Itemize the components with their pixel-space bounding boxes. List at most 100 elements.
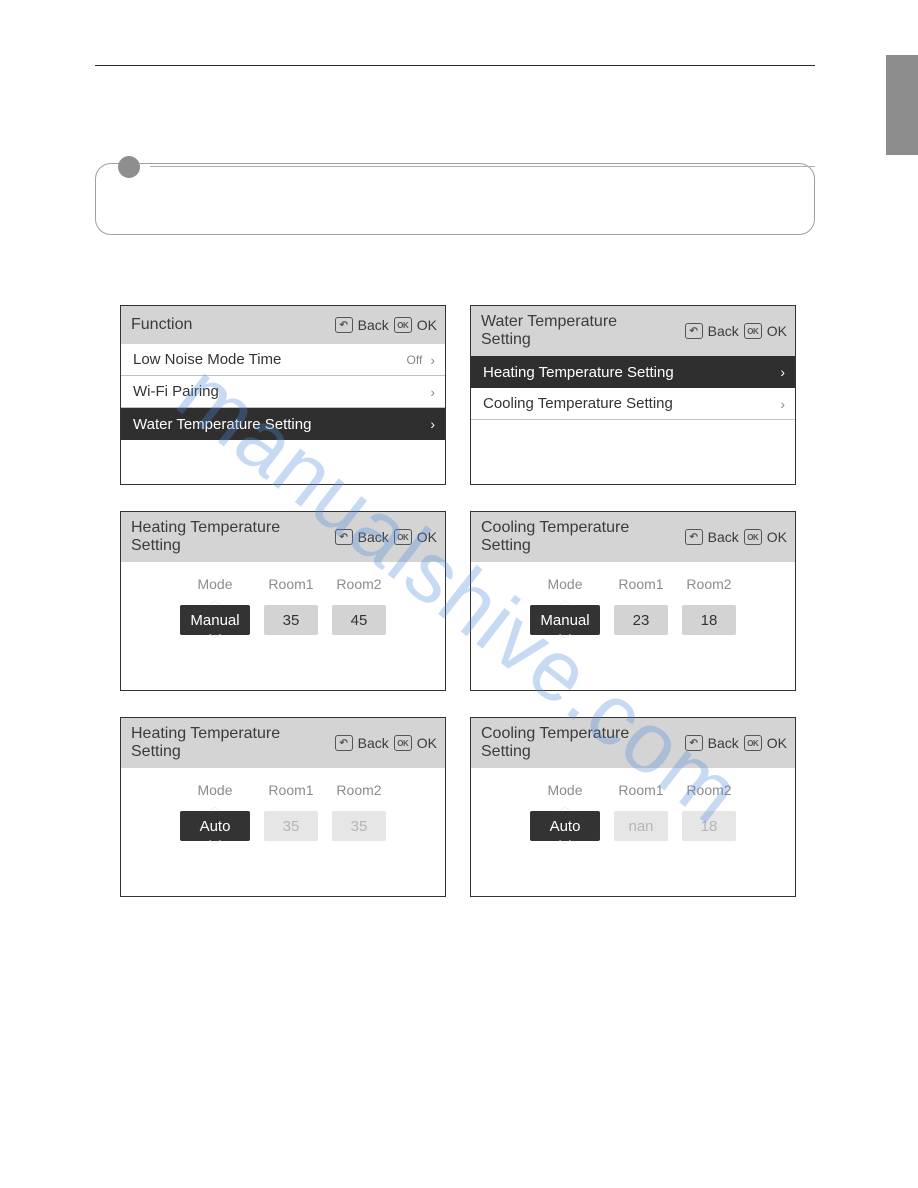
panel-title: Cooling TemperatureSetting <box>481 725 629 762</box>
selector-column: Room1 23 <box>614 576 668 645</box>
panel-header-controls: ↶ Back OK OK <box>685 735 787 751</box>
selector-value[interactable]: 35 <box>332 811 386 841</box>
selector-value[interactable]: Auto <box>180 811 250 841</box>
panel-body: Heating Temperature Setting › Cooling Te… <box>471 356 795 484</box>
panel-header: Water TemperatureSetting ↶ Back OK OK <box>471 306 795 356</box>
menu-row[interactable]: Cooling Temperature Setting › <box>471 388 795 420</box>
panel-header: Heating TemperatureSetting ↶ Back OK OK <box>121 718 445 768</box>
panel-header: Function ↶ Back OK OK <box>121 306 445 344</box>
ok-icon[interactable]: OK <box>394 735 412 751</box>
selector-column: Mode ︿ Auto ﹀ <box>180 782 250 851</box>
selector-value[interactable]: 23 <box>614 605 668 635</box>
panel-title: Water TemperatureSetting <box>481 313 617 350</box>
back-label: Back <box>708 529 739 545</box>
selector-value[interactable]: Auto <box>530 811 600 841</box>
panel-body: Mode ︿ Auto ﹀ Room1 nan Room2 18 <box>471 768 795 896</box>
selector-label: Room1 <box>618 576 663 592</box>
selector-label: Mode <box>547 782 582 798</box>
ok-label: OK <box>417 529 437 545</box>
selector-label: Room1 <box>618 782 663 798</box>
selector-column: Room1 35 <box>264 576 318 645</box>
selector-column: Room2 45 <box>332 576 386 645</box>
selector-label: Room2 <box>336 782 381 798</box>
menu-row[interactable]: Heating Temperature Setting › <box>471 356 795 388</box>
ui-panel: Heating TemperatureSetting ↶ Back OK OK … <box>120 717 446 897</box>
panel-grid: Function ↶ Back OK OK Low Noise Mode Tim… <box>120 305 800 897</box>
panel-header-controls: ↶ Back OK OK <box>335 529 437 545</box>
selector-value[interactable]: 18 <box>682 605 736 635</box>
menu-row[interactable]: Low Noise Mode Time Off › <box>121 344 445 376</box>
panel-title: Heating TemperatureSetting <box>131 519 280 556</box>
chevron-right-icon: › <box>430 384 435 400</box>
selector-label: Room1 <box>268 782 313 798</box>
ok-icon[interactable]: OK <box>744 323 762 339</box>
selector-value[interactable]: 18 <box>682 811 736 841</box>
selector-value[interactable]: Manual <box>530 605 600 635</box>
ok-icon[interactable]: OK <box>394 529 412 545</box>
panel-header-controls: ↶ Back OK OK <box>685 529 787 545</box>
selector-label: Room2 <box>686 782 731 798</box>
panel-title: Heating TemperatureSetting <box>131 725 280 762</box>
panel-body: Mode ︿ Manual ﹀ Room1 23 Room2 18 <box>471 562 795 690</box>
ok-label: OK <box>417 735 437 751</box>
back-icon[interactable]: ↶ <box>685 735 703 751</box>
chevron-right-icon: › <box>780 364 785 380</box>
chevron-down-icon[interactable]: ﹀ <box>209 635 221 645</box>
ok-label: OK <box>417 317 437 333</box>
chevron-right-icon: › <box>430 352 435 368</box>
selector-column: Room2 18 <box>682 576 736 645</box>
selector-column: Mode ︿ Auto ﹀ <box>530 782 600 851</box>
panel-header: Cooling TemperatureSetting ↶ Back OK OK <box>471 718 795 768</box>
chevron-up-icon[interactable]: ︿ <box>559 801 571 811</box>
note-box <box>95 163 815 235</box>
panel-header-controls: ↶ Back OK OK <box>335 735 437 751</box>
back-icon[interactable]: ↶ <box>335 735 353 751</box>
chevron-right-icon: › <box>780 396 785 412</box>
selector-label: Room2 <box>336 576 381 592</box>
ok-icon[interactable]: OK <box>744 735 762 751</box>
back-icon[interactable]: ↶ <box>335 529 353 545</box>
menu-row-label: Cooling Temperature Setting <box>483 395 673 412</box>
selector-label: Mode <box>547 576 582 592</box>
back-label: Back <box>708 323 739 339</box>
ok-label: OK <box>767 529 787 545</box>
chevron-up-icon[interactable]: ︿ <box>559 595 571 605</box>
panel-header-controls: ↶ Back OK OK <box>335 317 437 333</box>
menu-row[interactable]: Water Temperature Setting › <box>121 408 445 440</box>
note-divider <box>150 166 815 167</box>
chevron-down-icon[interactable]: ﹀ <box>209 841 221 851</box>
ok-label: OK <box>767 323 787 339</box>
selector-column: Room1 35 <box>264 782 318 851</box>
ok-label: OK <box>767 735 787 751</box>
ui-panel: Water TemperatureSetting ↶ Back OK OK He… <box>470 305 796 485</box>
selector-value[interactable]: 45 <box>332 605 386 635</box>
menu-row-label: Water Temperature Setting <box>133 416 311 433</box>
ui-panel: Heating TemperatureSetting ↶ Back OK OK … <box>120 511 446 691</box>
menu-row[interactable]: Wi-Fi Pairing › <box>121 376 445 408</box>
back-icon[interactable]: ↶ <box>335 317 353 333</box>
menu-row-suffix: Off <box>407 353 423 367</box>
page-edge-tab <box>886 55 918 155</box>
chevron-up-icon[interactable]: ︿ <box>209 595 221 605</box>
selector-value[interactable]: 35 <box>264 811 318 841</box>
selector-value[interactable]: nan <box>614 811 668 841</box>
selector-label: Room1 <box>268 576 313 592</box>
ui-panel: Function ↶ Back OK OK Low Noise Mode Tim… <box>120 305 446 485</box>
selector-column: Room1 nan <box>614 782 668 851</box>
selector-value[interactable]: Manual <box>180 605 250 635</box>
ok-icon[interactable]: OK <box>744 529 762 545</box>
panel-title: Cooling TemperatureSetting <box>481 519 629 556</box>
back-icon[interactable]: ↶ <box>685 323 703 339</box>
back-icon[interactable]: ↶ <box>685 529 703 545</box>
chevron-up-icon[interactable]: ︿ <box>209 801 221 811</box>
menu-row-label: Low Noise Mode Time <box>133 351 281 368</box>
top-rule <box>95 65 815 66</box>
selector-value[interactable]: 35 <box>264 605 318 635</box>
panel-header: Cooling TemperatureSetting ↶ Back OK OK <box>471 512 795 562</box>
ok-icon[interactable]: OK <box>394 317 412 333</box>
panel-title: Function <box>131 316 192 334</box>
ui-panel: Cooling TemperatureSetting ↶ Back OK OK … <box>470 717 796 897</box>
chevron-down-icon[interactable]: ﹀ <box>559 635 571 645</box>
chevron-down-icon[interactable]: ﹀ <box>559 841 571 851</box>
selector-column: Mode ︿ Manual ﹀ <box>180 576 250 645</box>
